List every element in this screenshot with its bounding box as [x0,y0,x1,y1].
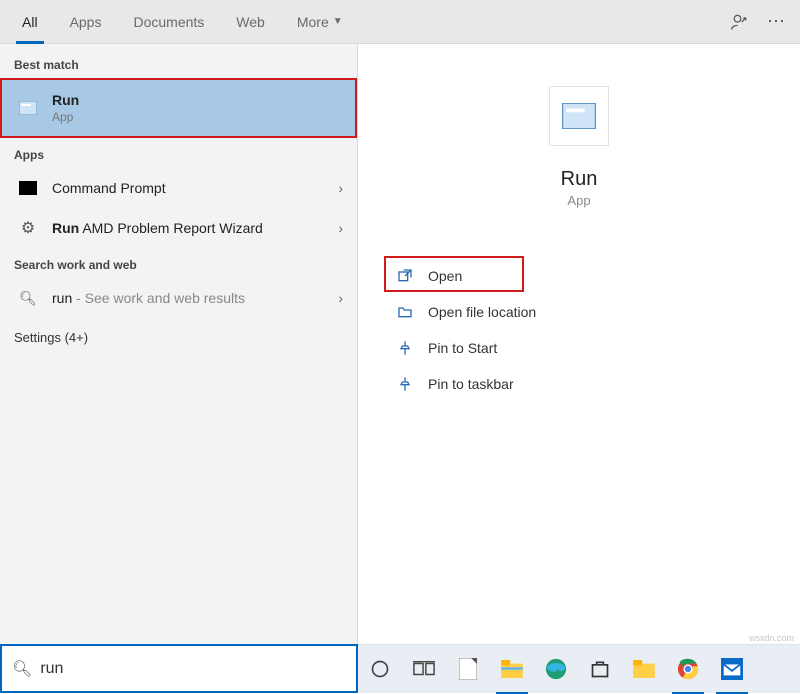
tab-documents[interactable]: Documents [117,0,220,44]
watermark: wsxdn.com [749,633,794,643]
chevron-right-icon: › [338,180,343,196]
result-web-run[interactable]: 🔍︎ run - See work and web results › [0,278,357,318]
action-pin-start-label: Pin to Start [428,340,497,356]
result-run-title: Run [52,92,79,108]
action-list: Open Open file location Pin to Start Pin… [392,258,800,402]
section-apps: Apps [0,138,357,168]
detail-title: Run [358,168,800,191]
taskbar-cortana[interactable] [358,645,402,694]
cmd-icon [14,181,42,195]
result-run-subtitle: App [52,110,79,124]
search-input[interactable] [40,660,346,678]
tab-more[interactable]: More ▼ [281,0,359,44]
caret-down-icon: ▼ [333,16,343,27]
search-bar[interactable]: 🔍︎ [0,644,358,693]
taskbar-task-view[interactable] [402,645,446,694]
taskbar [358,644,800,693]
taskbar-libreoffice[interactable] [446,645,490,694]
search-icon: 🔍︎ [12,659,32,679]
taskbar-edge[interactable] [534,645,578,694]
more-options-icon[interactable]: ⋯ [758,4,794,40]
results-panel: Best match Run App Apps Command Prompt ›… [0,44,358,644]
result-amd-label: Run AMD Problem Report Wizard [52,220,263,236]
action-pin-to-start[interactable]: Pin to Start [392,330,800,366]
result-run-amd-wizard[interactable]: ⚙ Run AMD Problem Report Wizard › [0,208,357,248]
action-open-loc-label: Open file location [428,304,536,320]
tab-web[interactable]: Web [220,0,281,44]
taskbar-chrome[interactable] [666,645,710,694]
feedback-icon[interactable] [722,4,758,40]
action-pin-to-taskbar[interactable]: Pin to taskbar [392,366,800,402]
settings-results-link[interactable]: Settings (4+) [0,318,357,357]
section-best-match: Best match [0,48,357,78]
chevron-right-icon: › [338,220,343,236]
result-cmd-label: Command Prompt [52,180,166,196]
chevron-right-icon: › [338,290,343,306]
pin-start-icon [392,340,418,356]
pin-taskbar-icon [392,376,418,392]
tab-all[interactable]: All [6,0,54,44]
search-tabs: All Apps Documents Web More ▼ ⋯ [0,0,800,44]
action-open-file-location[interactable]: Open file location [392,294,800,330]
folder-icon [392,304,418,320]
result-run[interactable]: Run App [0,78,357,138]
detail-run-icon [549,86,609,146]
detail-subtitle: App [358,193,800,208]
tab-apps[interactable]: Apps [54,0,118,44]
taskbar-store[interactable] [578,645,622,694]
taskbar-folder[interactable] [622,645,666,694]
taskbar-file-explorer[interactable] [490,645,534,694]
run-icon [14,101,42,115]
search-icon-small: 🔍︎ [14,290,42,307]
tab-more-label: More [297,14,329,30]
section-search-web: Search work and web [0,248,357,278]
action-pin-taskbar-label: Pin to taskbar [428,376,514,392]
taskbar-mail[interactable] [710,645,754,694]
action-open[interactable]: Open [392,258,800,294]
action-open-label: Open [428,268,462,284]
result-command-prompt[interactable]: Command Prompt › [0,168,357,208]
open-icon [392,268,418,284]
detail-panel: Run App Open Open file location Pin [358,44,800,644]
gear-icon-1: ⚙ [14,218,42,238]
result-web-label: run - See work and web results [52,290,245,306]
